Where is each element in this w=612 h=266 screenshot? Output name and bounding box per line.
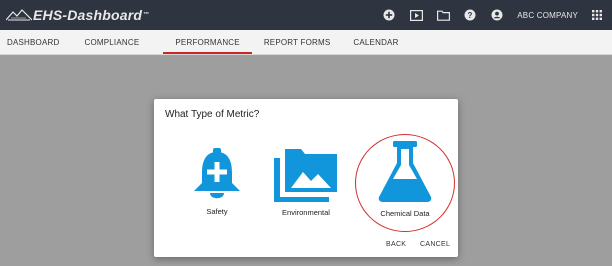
image-collection-icon (274, 149, 337, 202)
svg-text:?: ? (468, 11, 473, 20)
dialog-title: What Type of Metric? (165, 109, 260, 120)
option-environmental-label: Environmental (282, 208, 330, 217)
trademark-symbol: ™ (143, 12, 150, 18)
option-safety[interactable]: Safety (182, 147, 252, 216)
option-environmental[interactable]: Environmental (272, 146, 340, 217)
media-icon[interactable] (409, 8, 423, 22)
back-button[interactable]: BACK (386, 241, 406, 248)
cancel-button[interactable]: CANCEL (420, 241, 450, 248)
mountain-logo-icon (6, 9, 32, 21)
folder-icon[interactable] (436, 8, 450, 22)
company-name[interactable]: ABC COMPANY (517, 11, 578, 20)
app-logo[interactable]: EHS-Dashboard ™ (6, 7, 149, 23)
tab-compliance[interactable]: COMPLIANCE (84, 38, 139, 54)
bell-plus-icon (194, 148, 240, 199)
app-header: EHS-Dashboard ™ ? ABC COMPANY (0, 0, 612, 30)
option-safety-label: Safety (206, 207, 228, 216)
account-icon[interactable] (490, 8, 504, 22)
tab-calendar[interactable]: CALENDAR (353, 38, 398, 54)
flask-icon (378, 141, 432, 202)
tab-dashboard[interactable]: DASHBOARD (7, 38, 59, 54)
metric-type-dialog: What Type of Metric? Safety Environmenta… (154, 99, 458, 257)
apps-grid-icon[interactable] (590, 8, 604, 22)
app-title: EHS-Dashboard (33, 7, 143, 23)
tab-report-forms[interactable]: REPORT FORMS (264, 38, 331, 54)
option-chemical-data-label: Chemical Data (380, 209, 430, 218)
main-nav: DASHBOARD COMPLIANCE PERFORMANCE REPORT … (0, 30, 612, 55)
help-icon[interactable]: ? (463, 8, 477, 22)
tab-performance[interactable]: PERFORMANCE (163, 38, 252, 54)
option-chemical-data[interactable]: Chemical Data (370, 141, 440, 218)
add-circle-icon[interactable] (382, 8, 396, 22)
